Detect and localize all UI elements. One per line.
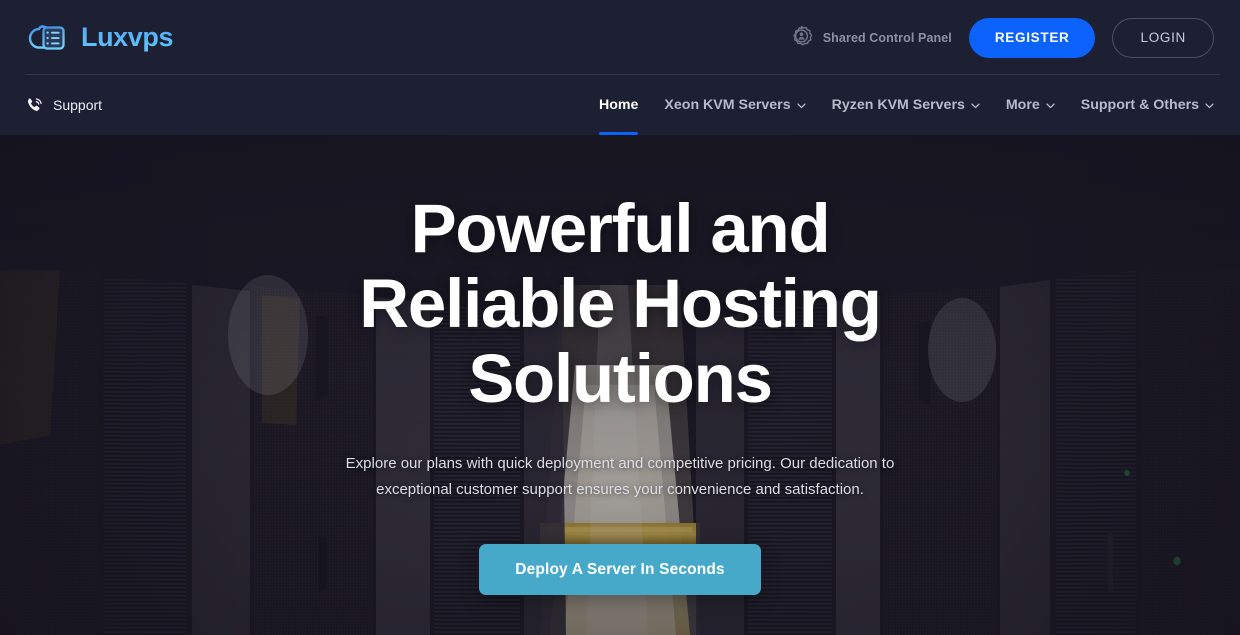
login-button[interactable]: LOGIN [1112,17,1214,58]
page-root: Luxvps Shared Control Panel REGISTER LOG… [0,0,1240,635]
chevron-down-icon [1205,103,1214,109]
brand-logo[interactable]: Luxvps [26,18,174,58]
shared-control-panel-label: Shared Control Panel [822,30,952,45]
nav-item-xeon-kvm-servers[interactable]: Xeon KVM Servers [664,75,806,135]
nav-item-support-and-others[interactable]: Support & Others [1081,75,1214,135]
nav-item-label: Ryzen KVM Servers [831,97,965,113]
main-navigation-bar: Support Home Xeon KVM Servers Ryzen KVM … [0,75,1240,135]
nav-item-label: Support & Others [1080,97,1199,113]
hero-title: Powerful and Reliable Hosting Solutions [270,191,970,416]
top-bar-actions: Shared Control Panel REGISTER LOGIN [789,17,1214,58]
brand-name: Luxvps [81,22,174,52]
hero-section: Powerful and Reliable Hosting Solutions … [0,135,1240,635]
nav-item-ryzen-kvm-servers[interactable]: Ryzen KVM Servers [832,75,980,135]
phone-ring-icon [27,97,42,111]
chevron-down-icon [971,103,980,109]
nav-items: Home Xeon KVM Servers Ryzen KVM Servers … [599,75,1214,135]
chevron-down-icon [797,103,806,109]
hero-subtitle-line-1: Explore our plans with quick deployment … [345,455,895,472]
deploy-server-button[interactable]: Deploy A Server In Seconds [479,544,761,595]
hero-title-line-3: Solutions [468,340,773,417]
nav-item-label: Xeon KVM Servers [664,97,791,113]
cloud-server-icon [28,24,65,50]
nav-item-label: More [1005,97,1040,113]
hero-subtitle-line-2: exceptional customer support ensures you… [376,481,864,498]
support-label: Support [53,97,103,113]
nav-item-home[interactable]: Home [599,75,639,135]
hero-title-line-1: Powerful and [410,190,831,267]
hero-title-line-2: Reliable Hosting [359,265,882,342]
top-bar: Luxvps Shared Control Panel REGISTER LOG… [0,0,1240,75]
user-badge-icon [792,25,813,46]
nav-item-label: Home [599,97,639,113]
register-button[interactable]: REGISTER [968,17,1096,58]
shared-control-panel-link[interactable]: Shared Control Panel [789,25,952,50]
support-link[interactable]: Support [26,97,102,114]
hero-content: Powerful and Reliable Hosting Solutions … [0,135,1240,635]
chevron-down-icon [1046,103,1055,109]
nav-item-more[interactable]: More [1006,75,1055,135]
hero-subtitle: Explore our plans with quick deployment … [320,451,920,503]
